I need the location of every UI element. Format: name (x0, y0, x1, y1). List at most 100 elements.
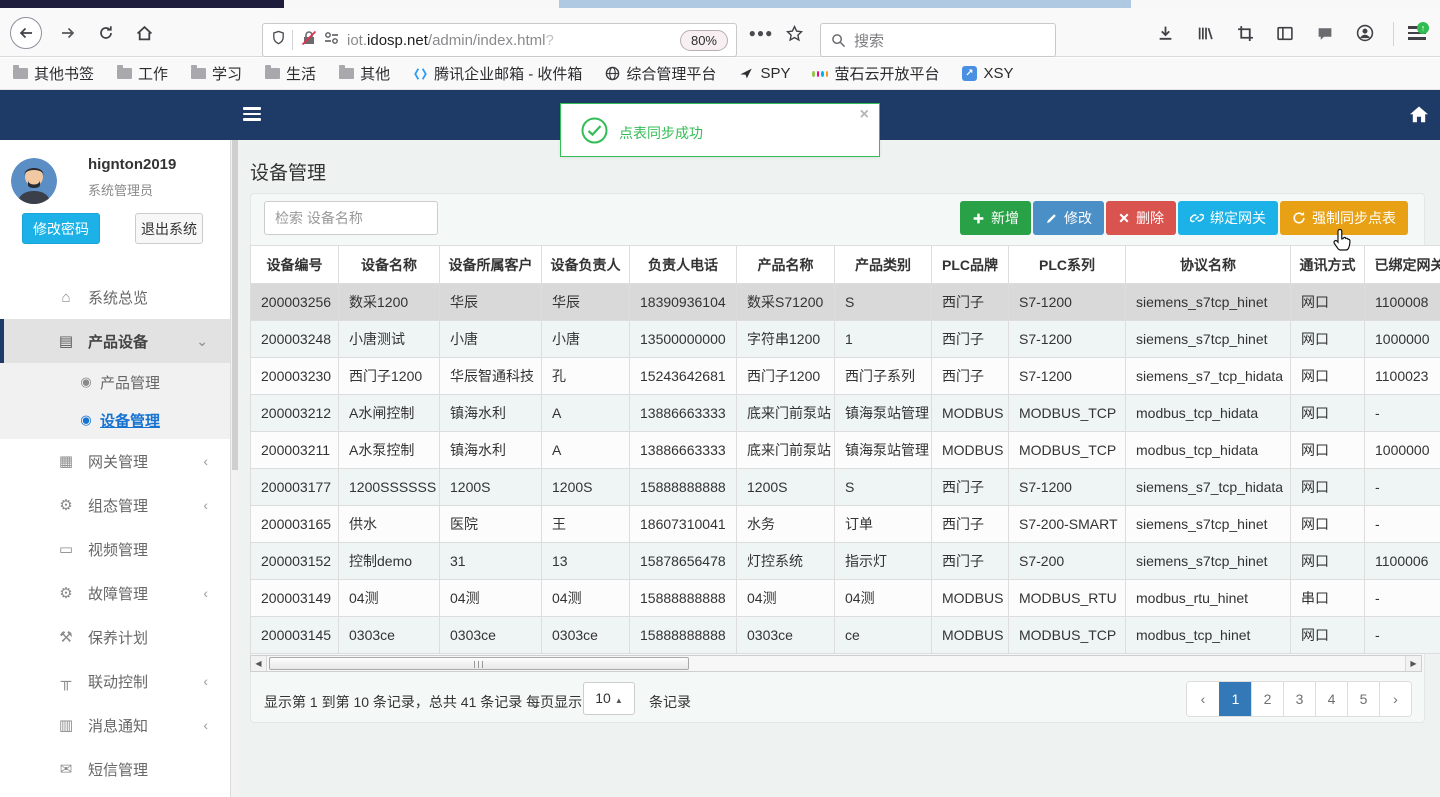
url-bar[interactable]: iot.idosp.net/admin/index.html? 80% (262, 23, 737, 57)
bookmark-item[interactable]: 其他书签 (12, 63, 94, 84)
sidebar-item-视频管理[interactable]: ▭ 视频管理 (0, 527, 230, 571)
table-row[interactable]: 200003177 1200SSSSSS 1200S 1200S 15888888888… (250, 468, 1440, 506)
bookmark-item[interactable]: 腾讯企业邮箱 - 收件箱 (412, 63, 582, 84)
sidebar-toggle-icon[interactable] (1268, 17, 1302, 49)
scroll-left-arrow[interactable]: ◀ (251, 656, 267, 671)
table-row[interactable]: 200003256 数采1200 华辰 华辰 18390936104 数采S71200 S 西… (250, 283, 1440, 321)
downloads-icon[interactable] (1148, 17, 1182, 49)
column-header[interactable]: 设备名称 (338, 245, 440, 284)
chevron-left-icon: ‹ (203, 717, 208, 733)
pager-page-2[interactable]: 2 (1251, 682, 1283, 716)
table-row[interactable]: 200003165 供水 医院王 18607310041 水务 订单 西门子 S7-200-S… (250, 505, 1440, 543)
button-label: 新增 (991, 210, 1019, 226)
pager-page-3[interactable]: 3 (1283, 682, 1315, 716)
table-cell: 镇海泵站管理 (834, 394, 932, 432)
column-header[interactable]: 设备负责人 (541, 245, 630, 284)
menu-hamburger-icon[interactable]: ↑ (1400, 17, 1434, 49)
page-actions-icon[interactable]: ●●● (747, 17, 775, 49)
sidebar-collapse-icon[interactable] (243, 107, 261, 121)
column-header[interactable]: 负责人电话 (629, 245, 737, 284)
table-cell: 供水 (338, 505, 440, 543)
column-header[interactable]: 已绑定网关 (1364, 245, 1440, 284)
column-header[interactable]: 产品类别 (834, 245, 932, 284)
bookmark-item[interactable]: SPY (738, 65, 790, 82)
permissions-icon[interactable] (324, 31, 339, 50)
table-cell: - (1364, 616, 1440, 654)
scroll-right-arrow[interactable]: ▶ (1405, 656, 1421, 671)
删除-button[interactable]: 删除 (1106, 201, 1176, 235)
bookmark-item[interactable]: 学习 (190, 63, 242, 84)
table-row[interactable]: 200003248 小唐测试 小唐 小唐 13500000000 字符串1200 1 西门子 S… (250, 320, 1440, 358)
bookmark-item[interactable]: 生活 (264, 63, 316, 84)
sidebar-item-联动控制[interactable]: ╥ 联动控制 ‹ (0, 659, 230, 703)
column-header[interactable]: PLC系列 (1008, 245, 1126, 284)
bookmark-item[interactable]: ↗ XSY (961, 65, 1013, 82)
back-button[interactable] (10, 17, 42, 49)
tab-strip-highlight (559, 0, 1131, 8)
table-cell: 04测 (338, 579, 440, 617)
pager-prev[interactable]: ‹ (1187, 682, 1219, 716)
toast-close-icon[interactable]: × (860, 106, 869, 124)
bookmark-item[interactable]: 综合管理平台 (604, 63, 716, 84)
browser-search[interactable]: 搜索 (820, 23, 1056, 57)
sidebar-item-设备管理[interactable]: ◉ 设备管理 (0, 401, 230, 439)
column-header[interactable]: 设备所属客户 (439, 245, 542, 284)
column-header[interactable]: 设备编号 (250, 245, 339, 284)
sidebar-item-产品设备[interactable]: ▤ 产品设备 ⌄ (0, 319, 230, 363)
reload-button[interactable] (90, 17, 122, 49)
table-row[interactable]: 200003149 04测 04测 04测 15888888888 04测 04测 MODBU… (250, 579, 1440, 617)
bookmark-item[interactable]: 萤石云开放平台 (812, 63, 939, 84)
table-row[interactable]: 200003230 西门子1200 华辰智通科技孔 15243642681 西门子120… (250, 357, 1440, 395)
pager-next[interactable]: › (1379, 682, 1411, 716)
bookmark-item[interactable]: 其他 (338, 63, 390, 84)
column-header[interactable]: 产品名称 (736, 245, 835, 284)
pocket-chat-icon[interactable] (1308, 17, 1342, 49)
home-button[interactable] (128, 17, 160, 49)
修改-button[interactable]: 修改 (1033, 201, 1104, 235)
table-cell: 底来门前泵站 (736, 394, 835, 432)
page-size-select[interactable]: 10 ▲ (583, 682, 635, 715)
search-icon (832, 33, 846, 47)
新增-button[interactable]: 新增 (960, 201, 1031, 235)
sidebar-item-短信管理[interactable]: ✉ 短信管理 (0, 747, 230, 791)
account-icon[interactable] (1348, 17, 1382, 49)
column-header[interactable]: 通讯方式 (1290, 245, 1365, 284)
horizontal-scrollbar[interactable]: ◀ ▶ (250, 655, 1422, 672)
pager-page-5[interactable]: 5 (1347, 682, 1379, 716)
zoom-level-badge[interactable]: 80% (679, 29, 728, 51)
sidebar-item-label: 系统总览 (88, 289, 149, 307)
table-row[interactable]: 200003145 0303ce 0303ce 0303ce 15888888888 03… (250, 616, 1440, 654)
tracking-shield-icon[interactable] (271, 30, 286, 51)
sidebar-scrollbar[interactable] (230, 140, 238, 797)
column-header[interactable]: 协议名称 (1125, 245, 1291, 284)
bookmark-star-icon[interactable] (778, 17, 810, 49)
sidebar-item-保养计划[interactable]: ⚒ 保养计划 (0, 615, 230, 659)
pager-page-1[interactable]: 1 (1219, 682, 1251, 716)
library-icon[interactable] (1188, 17, 1222, 49)
sidebar-item-系统总览[interactable]: ⌂ 系统总览 (0, 275, 230, 319)
logout-button[interactable]: 退出系统 (135, 213, 203, 244)
insecure-lock-icon[interactable] (301, 30, 317, 51)
change-password-button[interactable]: 修改密码 (22, 213, 100, 244)
table-row[interactable]: 200003212 A水闸控制 镇海水利 A 13886663333 底来门前泵站 镇海泵站… (250, 394, 1440, 432)
device-search-input[interactable] (264, 201, 438, 235)
scrollbar-thumb[interactable] (269, 657, 689, 670)
sidebar-item-网关管理[interactable]: ▦ 网关管理 ‹ (0, 439, 230, 483)
pager-page-4[interactable]: 4 (1315, 682, 1347, 716)
column-header[interactable]: PLC品牌 (931, 245, 1009, 284)
sidebar-item-故障管理[interactable]: ⚙ 故障管理 ‹ (0, 571, 230, 615)
screenshot-crop-icon[interactable] (1228, 17, 1262, 49)
nav-home-icon[interactable] (1408, 103, 1430, 130)
bookmark-item[interactable]: 工作 (116, 63, 168, 84)
forward-button[interactable] (52, 17, 84, 49)
table-row[interactable]: 200003211 A水泵控制 镇海水利 A 13886663333 底来门前泵站 镇海泵站… (250, 431, 1440, 469)
绑定网关-button[interactable]: 绑定网关 (1178, 201, 1278, 235)
pager: ‹ 1 2 3 4 5 › (1186, 681, 1412, 717)
sidebar-item-组态管理[interactable]: ⚙ 组态管理 ‹ (0, 483, 230, 527)
table-row[interactable]: 200003152 控制demo 31 13 15878656478 灯控系统 指示灯 西门子… (250, 542, 1440, 580)
sidebar-item-消息通知[interactable]: ▥ 消息通知 ‹ (0, 703, 230, 747)
xsy-favicon: ↗ (961, 66, 977, 82)
sidebar-item-产品管理[interactable]: ◉ 产品管理 (0, 363, 230, 401)
sidebar-item-管理[interactable]: ▯管理 (0, 791, 230, 797)
ys7-favicon (812, 66, 829, 82)
